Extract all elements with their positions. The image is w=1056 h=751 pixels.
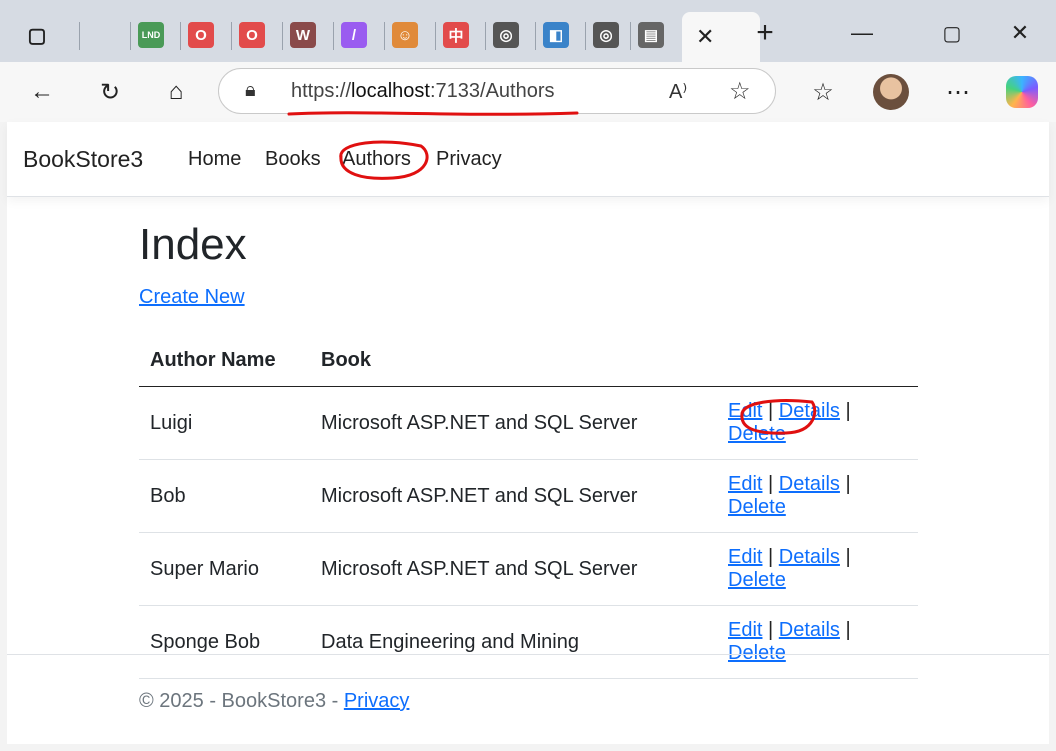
tab-separator [79,22,80,50]
new-tab-icon[interactable]: + [745,16,785,49]
address-bar[interactable]: 🔒︎ https://localhost:7133/Authors A⁾ ☆ [218,68,776,116]
tab-pen-icon[interactable]: / [341,22,367,48]
read-aloud-icon[interactable]: A⁾ [669,79,687,104]
tab-page-icon[interactable] [87,22,113,48]
details-link[interactable]: Details [779,546,840,568]
maximize-icon[interactable]: ▢ [932,18,972,48]
tab-separator [585,22,586,50]
brand[interactable]: BookStore3 [23,146,143,173]
close-tab-icon[interactable]: ✕ [696,24,714,50]
table-row: Luigi Microsoft ASP.NET and SQL Server Edi… [139,386,918,460]
tab-separator [231,22,232,50]
tab-separator [282,22,283,50]
book-cell: Microsoft ASP.NET and SQL Server [310,459,684,533]
delete-link[interactable]: Delete [728,569,786,591]
avatar[interactable] [873,74,909,110]
delete-link[interactable]: Delete [728,423,786,445]
tab-separator [485,22,486,50]
nav-authors[interactable]: Authors [342,148,411,171]
url-text[interactable]: https://localhost:7133/Authors [291,80,555,103]
footer-text: © 2025 - BookStore3 - Privacy [139,690,410,712]
create-new-link[interactable]: Create New [139,286,245,309]
tab-lnd-icon[interactable]: LND [138,22,164,48]
edit-link[interactable]: Edit [728,473,762,495]
tab-globe2-icon[interactable]: ◎ [593,22,619,48]
page-content: BookStore3 Home Books Authors Privacy In… [7,122,1049,744]
minimize-icon[interactable]: — [842,18,882,48]
refresh-icon[interactable]: ↻ [92,74,128,110]
tab-separator [333,22,334,50]
tab-actions-icon[interactable]: ▢ [24,22,50,48]
home-icon[interactable]: ⌂ [158,74,194,110]
tab-w-icon[interactable]: W [290,22,316,48]
lock-icon[interactable]: 🔒︎ [245,79,256,102]
tab-strip: ▢ LND O O W / ☺ 中 ◎ ◧ ◎ ▤ ✕ + — ▢ ✕ [0,0,1056,62]
separator: | [845,546,851,568]
table-row: Super Mario Microsoft ASP.NET and SQL Ser… [139,532,918,606]
nav-books[interactable]: Books [265,148,321,171]
footer-privacy-link[interactable]: Privacy [344,690,410,712]
column-actions [684,334,918,387]
column-author-name: Author Name [139,334,310,387]
details-link[interactable]: Details [779,473,840,495]
page-title: Index [139,220,247,269]
actions-cell: Edit | Details | Delete [684,532,918,606]
separator: | [768,619,774,641]
browser-toolbar: ← ↻ ⌂ 🔒︎ https://localhost:7133/Authors … [0,62,1056,122]
navbar: BookStore3 Home Books Authors Privacy [7,122,1049,197]
more-icon[interactable]: ⋯ [940,74,976,110]
separator: | [768,546,774,568]
separator: | [845,400,851,422]
footer: © 2025 - BookStore3 - Privacy [7,654,1049,745]
details-link[interactable]: Details [779,619,840,641]
tab-separator [130,22,131,50]
tab-doc-icon[interactable]: ▤ [638,22,664,48]
author-name-cell: Super Mario [139,532,310,606]
author-name-cell: Bob [139,459,310,533]
tab-separator [384,22,385,50]
tab-opera-icon[interactable]: O [188,22,214,48]
favorite-star-icon[interactable]: ☆ [729,77,751,106]
separator: | [845,619,851,641]
separator: | [845,473,851,495]
edit-link[interactable]: Edit [728,546,762,568]
tab-face-icon[interactable]: ☺ [392,22,418,48]
book-cell: Microsoft ASP.NET and SQL Server [310,386,684,460]
tab-separator [630,22,631,50]
column-book: Book [310,334,684,387]
tab-opera2-icon[interactable]: O [239,22,265,48]
authors-table: Author Name Book Luigi Microsoft ASP.NET … [139,334,918,679]
separator: | [768,400,774,422]
copilot-icon[interactable] [1006,76,1038,108]
nav-home[interactable]: Home [188,148,241,171]
tab-separator [435,22,436,50]
table-header: Author Name Book [139,334,918,387]
actions-cell: Edit | Details | Delete [684,386,918,460]
favorites-icon[interactable]: ☆ [805,74,841,110]
book-cell: Microsoft ASP.NET and SQL Server [310,532,684,606]
table-row: Bob Microsoft ASP.NET and SQL Server Edit … [139,459,918,533]
tab-zhong-icon[interactable]: 中 [443,22,469,48]
author-name-cell: Luigi [139,386,310,460]
tab-separator [180,22,181,50]
tab-app-icon[interactable]: ◧ [543,22,569,48]
separator: | [768,473,774,495]
nav-privacy[interactable]: Privacy [436,148,502,171]
close-window-icon[interactable]: ✕ [1000,18,1040,48]
tab-globe-icon[interactable]: ◎ [493,22,519,48]
tab-separator [535,22,536,50]
delete-link[interactable]: Delete [728,496,786,518]
back-icon[interactable]: ← [24,74,60,110]
actions-cell: Edit | Details | Delete [684,459,918,533]
edit-link[interactable]: Edit [728,400,762,422]
url-underline-annotation [287,111,579,116]
edit-link[interactable]: Edit [728,619,762,641]
details-link[interactable]: Details [779,400,840,422]
